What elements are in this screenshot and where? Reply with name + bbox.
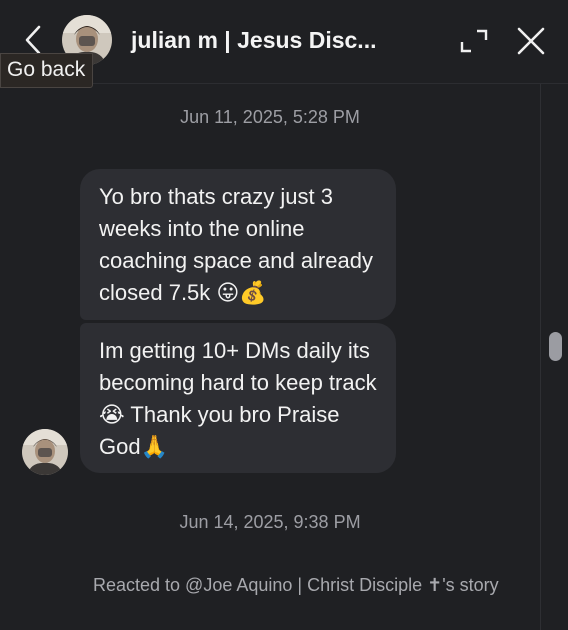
scrollbar-thumb[interactable] xyxy=(549,332,562,361)
profile-photo xyxy=(22,429,68,475)
story-reaction-text: Reacted to @Joe Aquino | Christ Disciple… xyxy=(93,575,499,595)
expand-button[interactable] xyxy=(458,27,490,55)
close-icon xyxy=(517,27,545,55)
dm-window: julian m | Jesus Disc... Go back Jun 11,… xyxy=(0,0,568,630)
message-bubble[interactable]: Yo bro thats crazy just 3 weeks into the… xyxy=(80,169,396,320)
message-bubble[interactable]: Im getting 10+ DMs daily its becoming ha… xyxy=(80,323,396,473)
message-timestamp: Jun 14, 2025, 9:38 PM xyxy=(179,512,361,532)
scrollbar-track[interactable] xyxy=(540,84,568,630)
close-button[interactable] xyxy=(514,24,548,58)
chat-title[interactable]: julian m | Jesus Disc... xyxy=(131,27,376,54)
message-timestamp: Jun 11, 2025, 5:28 PM xyxy=(180,107,360,127)
expand-icon xyxy=(460,29,488,53)
back-tooltip: Go back xyxy=(0,53,94,88)
sender-avatar[interactable] xyxy=(22,429,68,475)
